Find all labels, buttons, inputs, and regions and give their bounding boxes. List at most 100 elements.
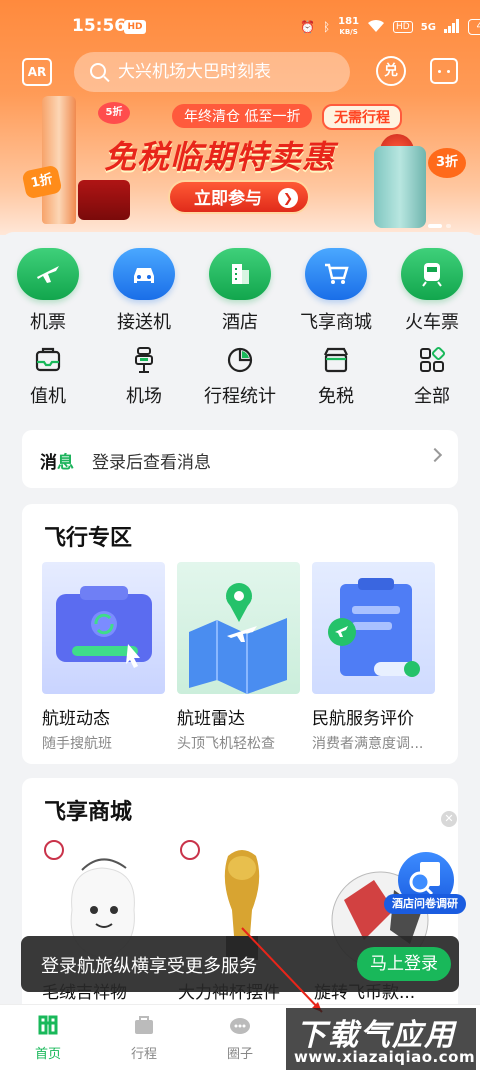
- speed-value: 181: [338, 16, 360, 27]
- battery-icon: 42: [467, 19, 480, 35]
- join-label: 立即参与: [194, 189, 262, 209]
- airport-icon: [130, 346, 158, 374]
- banner-title: 免税临期特卖惠: [104, 138, 336, 176]
- service-trip-stats[interactable]: 行程统计: [192, 346, 288, 408]
- login-button[interactable]: 马上登录: [357, 947, 451, 981]
- message-logo: 消息: [40, 448, 74, 473]
- wifi-icon: [367, 19, 385, 36]
- network-speed: 181 KB/S: [338, 17, 359, 37]
- search-icon: [90, 63, 106, 79]
- card-subtitle: 头顶飞机轻松查: [177, 736, 275, 752]
- service-label: 酒店: [222, 312, 258, 333]
- header-background: 15:56 HD ⏰ ᛒ 181 KB/S HD 5G 42 AR 大兴机场大巴…: [0, 0, 480, 235]
- status-time: 15:56: [72, 16, 127, 36]
- carousel-dot-active: [428, 224, 442, 228]
- card-subtitle: 随手搜航班: [42, 736, 112, 752]
- card-flight-radar[interactable]: 航班雷达 头顶飞机轻松查: [177, 562, 300, 753]
- plane-icon: [17, 248, 79, 300]
- service-checkin[interactable]: 值机: [0, 346, 96, 408]
- service-flights[interactable]: 机票: [0, 248, 96, 334]
- service-label: 飞享商城: [300, 312, 372, 333]
- flight-cards: 航班动态 随手搜航班 航班雷达 头顶飞机轻松查 民航服务评价 消费者满意度调..…: [42, 562, 435, 753]
- service-airport[interactable]: 机场: [96, 346, 192, 408]
- card-title: 民航服务评价: [312, 709, 414, 729]
- sub-service-grid: 值机 机场 行程统计 免税 全部: [0, 346, 480, 408]
- promo-banner[interactable]: 5折 年终清仓 低至一折 无需行程 免税临期特卖惠 立即参与 ❯ 1折 3折: [0, 96, 480, 234]
- tab-circle[interactable]: 圈子: [210, 1013, 270, 1062]
- service-hotel[interactable]: 酒店: [192, 248, 288, 334]
- service-label: 机场: [126, 386, 162, 407]
- suitcase-icon: [132, 1013, 156, 1037]
- redeem-button[interactable]: 兑: [376, 56, 406, 86]
- service-label: 免税: [318, 386, 354, 407]
- status-bar: 15:56 HD ⏰ ᛒ 181 KB/S HD 5G 42: [0, 14, 480, 42]
- cart-icon: [305, 248, 367, 300]
- perfume-bottle-image: [42, 96, 76, 224]
- message-logo-a: 消: [40, 453, 57, 473]
- bluetooth-icon: ᛒ: [322, 20, 331, 34]
- watermark-logo: 下载气应用 www.xiazaiqiao.com: [286, 1008, 476, 1070]
- card-title: 航班雷达: [177, 709, 245, 729]
- service-duty-free[interactable]: 免税: [288, 346, 384, 408]
- chevron-right-icon: [427, 447, 443, 463]
- service-label: 接送机: [117, 312, 171, 333]
- main-service-grid: 机票 接送机 酒店 飞享商城 火车票: [0, 248, 480, 334]
- arrow-right-icon: ❯: [278, 188, 298, 208]
- notification-badge: HD: [124, 20, 146, 34]
- status-icons: ⏰ ᛒ 181 KB/S HD 5G 42: [300, 17, 480, 37]
- flight-zone-section: 飞行专区 航班动态 随手搜航班 航班雷达 头顶飞机轻松查 民航服务评价 消费者满…: [22, 504, 458, 764]
- train-icon: [401, 248, 463, 300]
- service-train[interactable]: 火车票: [384, 248, 480, 334]
- alarm-icon: ⏰: [300, 20, 315, 34]
- store-icon: [322, 346, 350, 374]
- apps-icon: [418, 346, 446, 374]
- service-label: 行程统计: [204, 386, 276, 407]
- search-input[interactable]: 大兴机场大巴时刻表: [74, 52, 350, 92]
- flight-radar-image: [177, 562, 300, 694]
- cream-jar-image: [78, 180, 130, 220]
- card-service-rating[interactable]: 民航服务评价 消费者满意度调...: [312, 562, 435, 753]
- tab-label: 首页: [34, 1047, 61, 1062]
- service-transfer[interactable]: 接送机: [96, 248, 192, 334]
- service-label: 值机: [30, 386, 66, 407]
- discount-tag: 3折: [428, 148, 466, 178]
- banner-free-badge: 无需行程: [322, 104, 402, 130]
- message-icon[interactable]: [430, 58, 458, 84]
- message-notice[interactable]: 消息 登录后查看消息: [22, 430, 458, 488]
- perfume-bottle-image: [374, 146, 426, 228]
- carousel-indicator: [428, 224, 451, 228]
- hd-icon: HD: [393, 21, 413, 33]
- card-subtitle: 消费者满意度调...: [312, 736, 424, 752]
- ar-scan-button[interactable]: AR: [22, 58, 52, 86]
- card-flight-status[interactable]: 航班动态 随手搜航班: [42, 562, 165, 753]
- service-label: 全部: [414, 386, 450, 407]
- home-icon: [36, 1013, 60, 1037]
- service-label: 火车票: [405, 312, 459, 333]
- watermark-url: www.xiazaiqiao.com: [294, 1048, 476, 1066]
- signal-network: 5G: [420, 21, 436, 33]
- section-title: 飞享商城: [44, 800, 133, 825]
- survey-label: 酒店问卷调研: [384, 894, 466, 914]
- join-button[interactable]: 立即参与 ❯: [168, 180, 310, 214]
- flight-status-image: [42, 562, 165, 694]
- search-placeholder: 大兴机场大巴时刻表: [118, 62, 271, 82]
- checkin-icon: [34, 346, 62, 374]
- service-mall[interactable]: 飞享商城: [288, 248, 384, 334]
- service-label: 机票: [30, 312, 66, 333]
- section-title: 飞行专区: [44, 526, 133, 551]
- service-rating-image: [312, 562, 435, 694]
- tab-label: 圈子: [226, 1047, 253, 1062]
- tab-home[interactable]: 首页: [18, 1013, 78, 1062]
- community-icon: [228, 1013, 252, 1037]
- service-all[interactable]: 全部: [384, 346, 480, 408]
- banner-tagline: 年终清仓 低至一折: [172, 104, 313, 128]
- survey-float-button[interactable]: 酒店问卷调研: [384, 852, 466, 916]
- pie-chart-icon: [226, 346, 254, 374]
- car-icon: [113, 248, 175, 300]
- tab-label: 行程: [130, 1047, 157, 1062]
- carousel-dot: [446, 224, 451, 228]
- close-icon[interactable]: ✕: [441, 811, 457, 827]
- discount-tag: 5折: [98, 102, 130, 124]
- signal-icon: [443, 18, 460, 36]
- tab-trips[interactable]: 行程: [114, 1013, 174, 1062]
